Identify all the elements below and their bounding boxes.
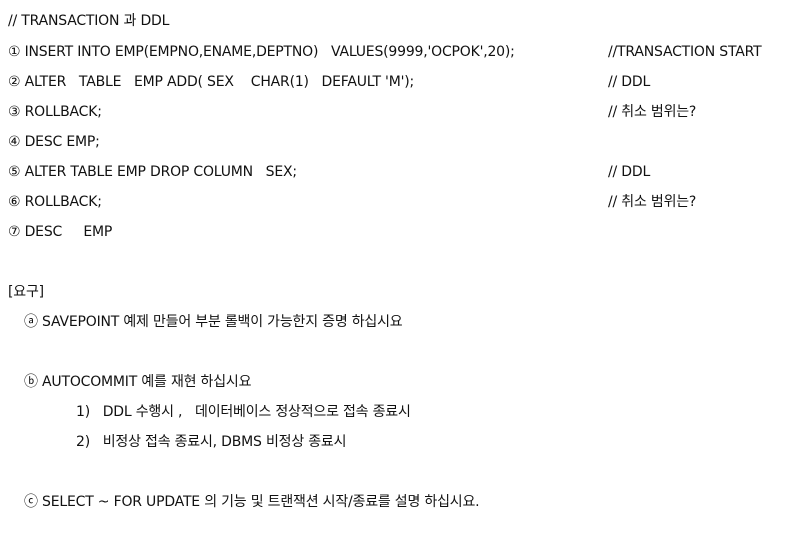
requirements-heading: [요구] (8, 284, 44, 300)
requirement-b: ⓑ AUTOCOMMIT 예를 재현 하십시요 (24, 374, 252, 390)
document-title: // TRANSACTION 과 DDL (8, 13, 170, 29)
code-comment-2: // DDL (608, 74, 651, 90)
requirement-b-item-2: 2) 비정상 접속 종료시, DBMS 비정상 종료시 (76, 434, 347, 450)
requirement-c: ⓒ SELECT ~ FOR UPDATE 의 기능 및 트랜잭션 시작/종료를… (24, 494, 480, 510)
code-line-6: ⑥ ROLLBACK; (8, 194, 102, 210)
code-line-3: ③ ROLLBACK; (8, 104, 102, 120)
code-line-7: ⑦ DESC EMP (8, 224, 113, 240)
code-line-4: ④ DESC EMP; (8, 134, 100, 150)
code-comment-1: //TRANSACTION START (608, 44, 762, 60)
code-comment-5: // DDL (608, 164, 651, 180)
code-comment-3: // 취소 범위는? (608, 104, 697, 120)
requirement-a: ⓐ SAVEPOINT 예제 만들어 부분 롤백이 가능한지 증명 하십시요 (24, 314, 403, 330)
code-line-5: ⑤ ALTER TABLE EMP DROP COLUMN SEX; (8, 164, 297, 180)
code-line-2: ② ALTER TABLE EMP ADD( SEX CHAR(1) DEFAU… (8, 74, 414, 90)
code-comment-6: // 취소 범위는? (608, 194, 697, 210)
requirement-b-item-1: 1) DDL 수행시 , 데이터베이스 정상적으로 접속 종료시 (76, 404, 411, 420)
code-line-1: ① INSERT INTO EMP(EMPNO,ENAME,DEPTNO) VA… (8, 44, 515, 60)
